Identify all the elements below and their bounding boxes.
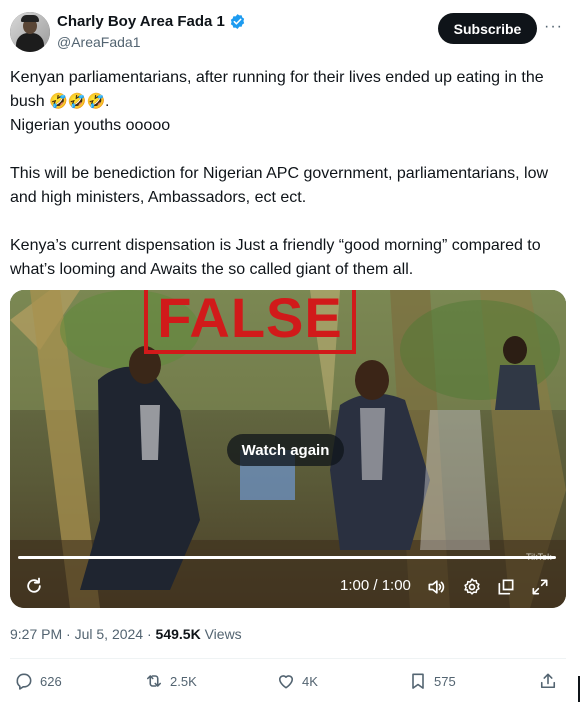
tweet-text: Kenyan parliamentarians, after running f… xyxy=(10,66,570,282)
replay-icon[interactable] xyxy=(24,576,44,596)
subscribe-button[interactable]: Subscribe xyxy=(438,13,537,44)
bookmark-button[interactable]: 575 xyxy=(408,671,456,691)
popout-icon[interactable] xyxy=(496,577,516,597)
tweet-header: Charly Boy Area Fada 1 @AreaFada1 Subscr… xyxy=(10,10,570,54)
like-count: 4K xyxy=(302,673,318,689)
tweet-paragraph-3: This will be benediction for Nigerian AP… xyxy=(10,165,549,206)
video-progress-bar[interactable] xyxy=(18,556,556,559)
tweet-meta: 9:27 PM · Jul 5, 2024 · 549.5K Views xyxy=(10,626,242,642)
video-player[interactable]: FALSE Watch again 1:00 / 1:00 TikTok xyxy=(10,290,566,608)
like-button[interactable]: 4K xyxy=(276,671,318,691)
repost-button[interactable]: 2.5K xyxy=(144,671,197,691)
meta-separator: · xyxy=(143,626,156,642)
repost-count: 2.5K xyxy=(170,673,197,689)
author-handle[interactable]: @AreaFada1 xyxy=(57,34,140,50)
share-button[interactable] xyxy=(538,671,564,691)
avatar[interactable] xyxy=(10,12,50,52)
text-cursor xyxy=(578,676,580,702)
volume-icon[interactable] xyxy=(426,577,446,597)
laughing-emojis: 🤣🤣🤣. xyxy=(49,93,110,110)
settings-icon[interactable] xyxy=(462,577,482,597)
tweet-actions: 626 2.5K 4K 575 xyxy=(10,671,570,699)
author-name-row[interactable]: Charly Boy Area Fada 1 xyxy=(57,13,246,30)
bookmark-count: 575 xyxy=(434,673,456,689)
views-count: 549.5K xyxy=(155,626,201,642)
video-time: 1:00 / 1:00 xyxy=(340,577,411,594)
verified-badge-icon xyxy=(230,14,245,29)
reply-count: 626 xyxy=(40,673,62,689)
author-display-name[interactable]: Charly Boy Area Fada 1 xyxy=(57,13,225,30)
false-stamp: FALSE xyxy=(144,290,356,354)
meta-separator: · xyxy=(62,626,75,642)
tweet-date[interactable]: Jul 5, 2024 xyxy=(75,626,144,642)
heart-icon xyxy=(278,675,294,689)
tweet-paragraph-2: Nigerian youths ooooo xyxy=(10,117,171,134)
tweet-paragraph-4: Kenya’s current dispensation is Just a f… xyxy=(10,237,541,278)
more-options-icon[interactable]: ··· xyxy=(544,18,563,36)
tweet-paragraph-1: Kenyan parliamentarians, after running f… xyxy=(10,66,570,114)
tiktok-watermark: TikTok xyxy=(526,552,552,562)
fullscreen-icon[interactable] xyxy=(530,577,550,597)
tweet-time[interactable]: 9:27 PM xyxy=(10,626,62,642)
views-label: Views xyxy=(200,626,242,642)
reply-icon xyxy=(16,673,32,690)
share-icon xyxy=(540,673,556,689)
bookmark-icon xyxy=(412,673,424,689)
watch-again-button[interactable]: Watch again xyxy=(227,434,344,466)
divider xyxy=(10,658,566,659)
reply-button[interactable]: 626 xyxy=(14,671,62,691)
repost-icon xyxy=(146,675,162,687)
